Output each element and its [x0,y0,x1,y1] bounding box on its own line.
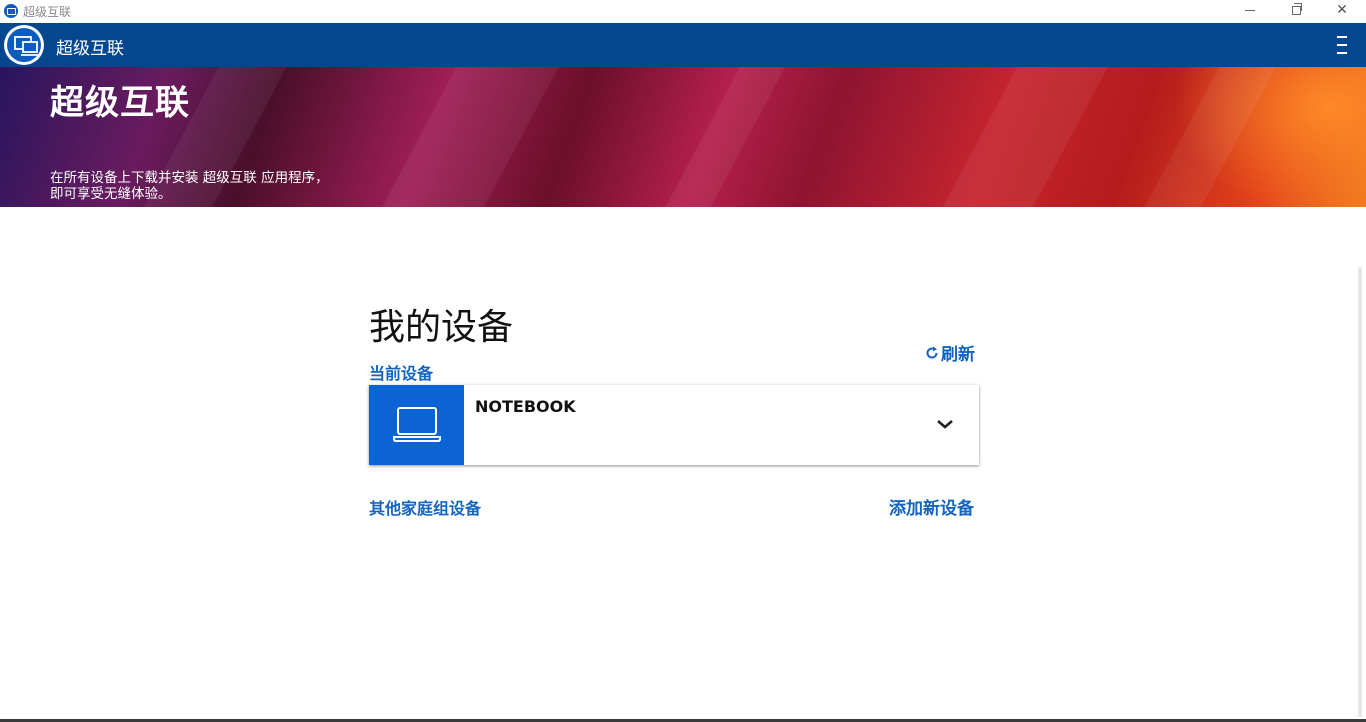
banner-title: 超级互联 [50,83,190,123]
laptop-icon [393,407,441,442]
minimize-button[interactable] [1227,0,1273,23]
refresh-label: 刷新 [941,345,975,365]
hero-banner: 超级互联 在所有设备上下载并安装 超级互联 应用程序，即可享受无缝体验。 [0,67,1366,207]
window-titlebar: 超级互联 ✕ [0,0,1366,23]
chevron-down-icon[interactable] [935,415,955,434]
device-icon-box [369,385,464,465]
refresh-button[interactable]: 刷新 [925,340,975,365]
app-header: 超级互联 [0,23,1366,67]
banner-subtitle: 在所有设备上下载并安装 超级互联 应用程序，即可享受无缝体验。 [50,170,329,202]
devices-icon [14,36,39,56]
window-title: 超级互联 [23,5,72,19]
hamburger-menu-icon [1337,36,1347,38]
other-homegroup-devices-link[interactable]: 其他家庭组设备 [369,495,481,519]
menu-button[interactable] [1334,34,1350,58]
current-device-label: 当前设备 [369,364,434,383]
scrollbar[interactable] [1358,267,1362,717]
current-device-card[interactable]: NOTEBOOK [369,385,979,465]
app-logo [4,25,44,65]
page-title: 我的设备 [369,307,514,348]
close-icon: ✕ [1336,2,1348,18]
device-name: NOTEBOOK [475,397,576,416]
refresh-icon [925,345,939,365]
restore-icon [1291,2,1302,15]
close-button[interactable]: ✕ [1319,0,1365,23]
minimize-icon [1245,9,1255,11]
app-logo-icon [4,4,18,18]
app-name: 超级互联 [56,39,124,59]
restore-button[interactable] [1273,0,1319,23]
add-new-device-button[interactable]: 添加新设备 [889,494,974,519]
